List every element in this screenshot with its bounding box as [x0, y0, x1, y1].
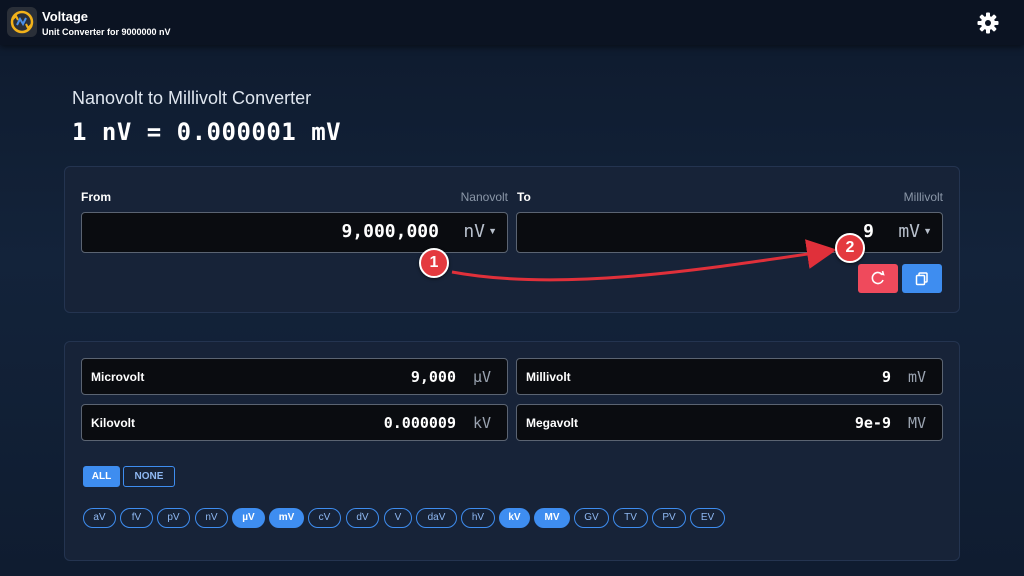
unit-chip-tv[interactable]: TV [613, 508, 648, 528]
result-value[interactable]: 9 [882, 368, 891, 386]
result-name: Millivolt [526, 370, 571, 384]
conversion-formula: 1 nV = 0.000001 mV [72, 118, 342, 146]
unit-chip-fv[interactable]: fV [120, 508, 153, 528]
unit-chip-nv[interactable]: nV [195, 508, 228, 528]
from-label: From [81, 190, 111, 204]
to-value[interactable]: 9 [863, 221, 874, 242]
select-all-button[interactable]: ALL [83, 466, 120, 487]
from-unit-select[interactable]: nV [463, 221, 485, 242]
to-value-input[interactable]: 9 mV ▼ [516, 212, 943, 253]
result-unit: kV [472, 414, 491, 432]
result-row-millivolt[interactable]: Millivolt 9 mV [516, 358, 943, 395]
refresh-icon [871, 270, 885, 285]
reset-button[interactable] [858, 264, 898, 293]
unit-chip-cv[interactable]: cV [308, 508, 341, 528]
copy-button[interactable] [902, 264, 942, 293]
unit-chip-dv[interactable]: dV [346, 508, 379, 528]
unit-chip-hv[interactable]: hV [461, 508, 495, 528]
unit-chip-uv[interactable]: µV [232, 508, 265, 528]
top-bar: Voltage Unit Converter for 9000000 nV [0, 0, 1024, 45]
result-name: Microvolt [91, 370, 145, 384]
from-value[interactable]: 9,000,000 [341, 221, 439, 242]
to-label: To [517, 190, 531, 204]
app-title: Voltage [42, 9, 88, 24]
select-none-button[interactable]: NONE [123, 466, 175, 487]
result-unit: MV [907, 414, 926, 432]
annotation-badge-2: 2 [835, 233, 865, 263]
page-title: Nanovolt to Millivolt Converter [72, 88, 312, 108]
result-row-kilovolt[interactable]: Kilovolt 0.000009 kV [81, 404, 508, 441]
result-row-megavolt[interactable]: Megavolt 9e-9 MV [516, 404, 943, 441]
result-value[interactable]: 9e-9 [855, 414, 891, 432]
unit-chip-pv[interactable]: pV [157, 508, 190, 528]
to-unit-name: Millivolt [903, 190, 943, 204]
voltage-app-icon [7, 7, 37, 37]
unit-chip-pev[interactable]: PV [652, 508, 686, 528]
unit-chip-av[interactable]: aV [83, 508, 116, 528]
result-unit: mV [907, 368, 926, 386]
unit-chip-ev[interactable]: EV [690, 508, 725, 528]
app-subtitle: Unit Converter for 9000000 nV [42, 27, 171, 37]
unit-chip-gv[interactable]: GV [574, 508, 609, 528]
result-name: Megavolt [526, 416, 579, 430]
copy-icon [915, 272, 928, 286]
result-value[interactable]: 0.000009 [384, 414, 456, 432]
annotation-badge-1: 1 [419, 248, 449, 278]
unit-chip-kv[interactable]: kV [499, 508, 530, 528]
unit-chip-dav[interactable]: daV [416, 508, 457, 528]
result-value[interactable]: 9,000 [411, 368, 456, 386]
result-name: Kilovolt [91, 416, 135, 430]
result-row-microvolt[interactable]: Microvolt 9,000 µV [81, 358, 508, 395]
from-value-input[interactable]: 9,000,000 nV ▼ [81, 212, 508, 253]
from-unit-name: Nanovolt [460, 190, 508, 204]
chevron-down-icon[interactable]: ▼ [488, 226, 497, 236]
gear-icon[interactable] [976, 11, 1000, 35]
unit-chip-mv[interactable]: mV [269, 508, 304, 528]
result-unit: µV [472, 368, 491, 386]
to-unit-select[interactable]: mV [898, 221, 920, 242]
chevron-down-icon[interactable]: ▼ [923, 226, 932, 236]
unit-chip-v[interactable]: V [384, 508, 412, 528]
unit-chip-megav[interactable]: MV [534, 508, 570, 528]
